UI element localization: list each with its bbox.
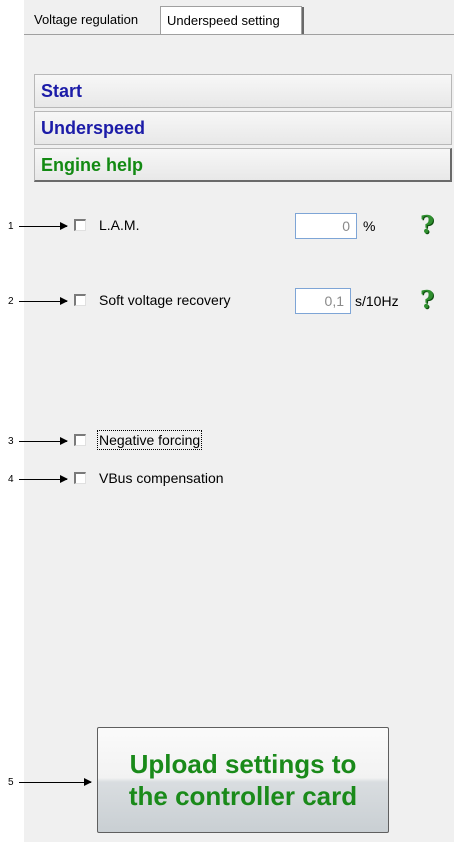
vbus-compensation-checkbox[interactable] bbox=[74, 472, 86, 484]
section-underspeed-button[interactable]: Underspeed bbox=[34, 111, 452, 145]
annotation-arrow bbox=[19, 475, 68, 483]
section-start-button[interactable]: Start bbox=[34, 74, 452, 108]
annotation-number: 5 bbox=[8, 777, 14, 788]
tab-voltage-regulation[interactable]: Voltage regulation bbox=[28, 6, 158, 34]
soft-voltage-recovery-label: Soft voltage recovery bbox=[99, 292, 231, 308]
annotation-number: 4 bbox=[8, 474, 14, 485]
tab-underspeed-setting[interactable]: Underspeed setting bbox=[160, 6, 304, 35]
section-engine-help-button[interactable]: Engine help bbox=[34, 148, 452, 182]
annotation-arrow bbox=[19, 222, 68, 230]
question-help-icon[interactable]: ? bbox=[420, 285, 434, 314]
annotation-number: 2 bbox=[8, 296, 14, 307]
annotation-arrow bbox=[19, 778, 92, 786]
annotation-arrow bbox=[19, 297, 68, 305]
lam-checkbox[interactable] bbox=[74, 219, 86, 231]
annotation-number: 3 bbox=[8, 436, 14, 447]
lam-unit: % bbox=[363, 218, 376, 234]
soft-voltage-recovery-unit: s/10Hz bbox=[355, 293, 399, 309]
soft-voltage-recovery-value-field[interactable]: 0,1 bbox=[295, 288, 351, 314]
vbus-compensation-label: VBus compensation bbox=[99, 470, 224, 486]
tab-divider bbox=[24, 34, 454, 35]
annotation-arrow bbox=[19, 437, 68, 445]
negative-forcing-checkbox[interactable] bbox=[74, 434, 86, 446]
lam-label: L.A.M. bbox=[99, 217, 140, 233]
soft-voltage-recovery-checkbox[interactable] bbox=[74, 294, 86, 306]
annotation-number: 1 bbox=[8, 221, 14, 232]
upload-settings-button[interactable]: Upload settings to the controller card bbox=[97, 727, 389, 833]
question-help-icon[interactable]: ? bbox=[420, 210, 434, 239]
negative-forcing-label: Negative forcing bbox=[96, 430, 203, 450]
lam-value-field[interactable]: 0 bbox=[295, 213, 357, 239]
